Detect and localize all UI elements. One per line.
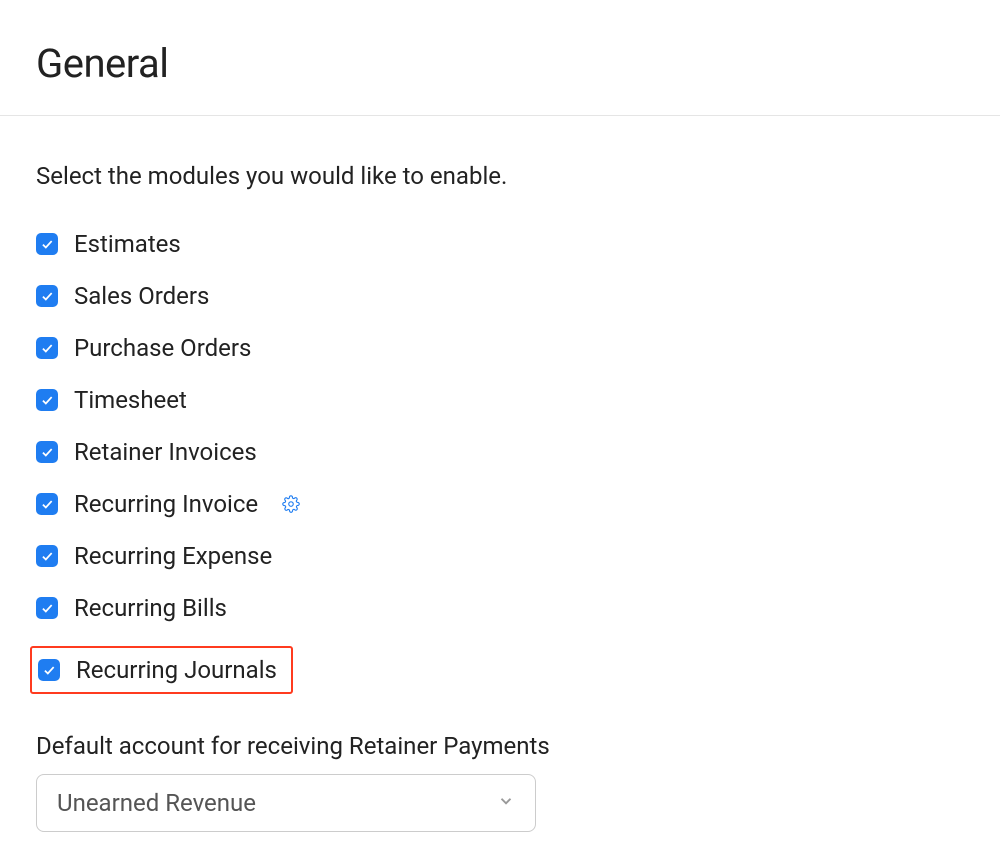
page-title: General bbox=[36, 40, 964, 87]
checkbox-recurring-expense[interactable] bbox=[36, 545, 58, 567]
gear-icon[interactable] bbox=[282, 495, 300, 513]
default-account-label: Default account for receiving Retainer P… bbox=[36, 732, 964, 760]
checkbox-retainer-invoices[interactable] bbox=[36, 441, 58, 463]
module-label-recurring-invoice: Recurring Invoice bbox=[74, 490, 258, 518]
module-item-recurring-bills: Recurring Bills bbox=[36, 594, 964, 622]
chevron-down-icon bbox=[497, 792, 515, 814]
checkbox-sales-orders[interactable] bbox=[36, 285, 58, 307]
checkbox-wrap bbox=[36, 597, 58, 619]
default-account-select[interactable]: Unearned Revenue bbox=[36, 774, 536, 832]
checkbox-purchase-orders[interactable] bbox=[36, 337, 58, 359]
checkbox-recurring-invoice[interactable] bbox=[36, 493, 58, 515]
modules-list: Estimates Sales Orders Purchase Orders Time… bbox=[36, 230, 964, 694]
default-account-selected-value: Unearned Revenue bbox=[57, 789, 256, 817]
page-header: General bbox=[0, 0, 1000, 116]
checkbox-wrap bbox=[36, 285, 58, 307]
checkbox-wrap bbox=[36, 233, 58, 255]
instruction-text: Select the modules you would like to ena… bbox=[36, 162, 964, 190]
module-label-retainer-invoices: Retainer Invoices bbox=[74, 438, 257, 466]
module-label-recurring-bills: Recurring Bills bbox=[74, 594, 227, 622]
module-item-timesheet: Timesheet bbox=[36, 386, 964, 414]
module-item-retainer-invoices: Retainer Invoices bbox=[36, 438, 964, 466]
checkbox-recurring-bills[interactable] bbox=[36, 597, 58, 619]
checkbox-wrap bbox=[38, 659, 60, 681]
checkbox-wrap bbox=[36, 545, 58, 567]
module-item-recurring-invoice: Recurring Invoice bbox=[36, 490, 964, 518]
module-label-recurring-journals: Recurring Journals bbox=[76, 656, 277, 684]
module-label-recurring-expense: Recurring Expense bbox=[74, 542, 272, 570]
checkbox-wrap bbox=[36, 493, 58, 515]
module-item-recurring-journals: Recurring Journals bbox=[36, 646, 964, 694]
module-item-sales-orders: Sales Orders bbox=[36, 282, 964, 310]
module-label-timesheet: Timesheet bbox=[74, 386, 187, 414]
checkbox-timesheet[interactable] bbox=[36, 389, 58, 411]
checkbox-wrap bbox=[36, 337, 58, 359]
checkbox-wrap bbox=[36, 389, 58, 411]
highlight-box-recurring-journals: Recurring Journals bbox=[30, 646, 293, 694]
default-account-section: Default account for receiving Retainer P… bbox=[36, 732, 964, 832]
module-item-estimates: Estimates bbox=[36, 230, 964, 258]
checkbox-recurring-journals[interactable] bbox=[38, 659, 60, 681]
module-label-sales-orders: Sales Orders bbox=[74, 282, 209, 310]
content-area: Select the modules you would like to ena… bbox=[0, 116, 1000, 852]
checkbox-estimates[interactable] bbox=[36, 233, 58, 255]
module-label-purchase-orders: Purchase Orders bbox=[74, 334, 251, 362]
module-item-purchase-orders: Purchase Orders bbox=[36, 334, 964, 362]
module-item-recurring-expense: Recurring Expense bbox=[36, 542, 964, 570]
checkbox-wrap bbox=[36, 441, 58, 463]
module-label-estimates: Estimates bbox=[74, 230, 181, 258]
